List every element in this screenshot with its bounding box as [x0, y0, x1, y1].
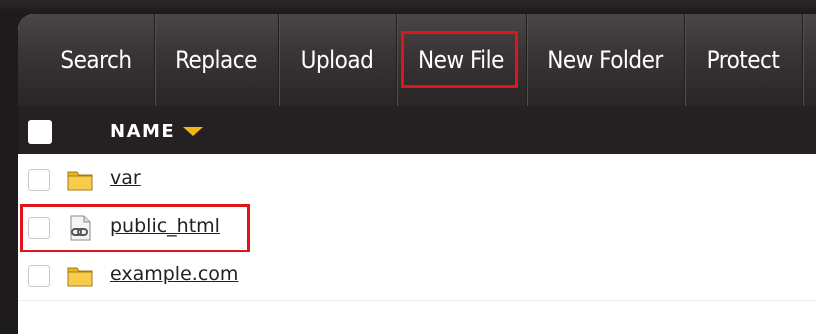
protect-button-label: Protect	[706, 46, 780, 74]
row-checkbox[interactable]	[28, 265, 50, 287]
replace-button[interactable]: Replace	[154, 14, 279, 106]
file-name-link[interactable]: example.com	[110, 263, 238, 285]
file-name-link[interactable]: public_html	[110, 215, 220, 237]
upload-button-label: Upload	[300, 46, 374, 74]
table-row[interactable]: public_html	[18, 204, 816, 253]
toolbar: Search Replace Upload New File New Folde…	[18, 14, 816, 106]
search-button-label: Search	[60, 46, 132, 74]
table-row[interactable]: var	[18, 156, 816, 205]
new-file-button-label: New File	[418, 46, 504, 74]
row-checkbox[interactable]	[28, 169, 50, 191]
name-column-header[interactable]: NAME	[110, 119, 204, 143]
sort-descending-icon[interactable]	[183, 126, 204, 136]
upload-button[interactable]: Upload	[278, 14, 397, 106]
name-column-label: NAME	[110, 120, 176, 142]
replace-button-label: Replace	[175, 46, 257, 74]
symlink-file-icon	[70, 215, 91, 241]
table-row[interactable]: example.com	[18, 252, 816, 301]
top-bar	[0, 0, 816, 14]
new-folder-button[interactable]: New Folder	[526, 14, 685, 106]
search-button[interactable]: Search	[38, 14, 155, 106]
new-file-button[interactable]: New File	[396, 14, 527, 106]
folder-icon	[67, 267, 93, 287]
row-checkbox[interactable]	[28, 217, 50, 239]
folder-icon	[67, 171, 93, 191]
select-all-checkbox[interactable]	[28, 120, 52, 144]
new-folder-button-label: New Folder	[547, 46, 663, 74]
file-name-link[interactable]: var	[110, 167, 141, 189]
file-manager-panel: Search Replace Upload New File New Folde…	[18, 14, 816, 334]
protect-button[interactable]: Protect	[684, 14, 803, 106]
